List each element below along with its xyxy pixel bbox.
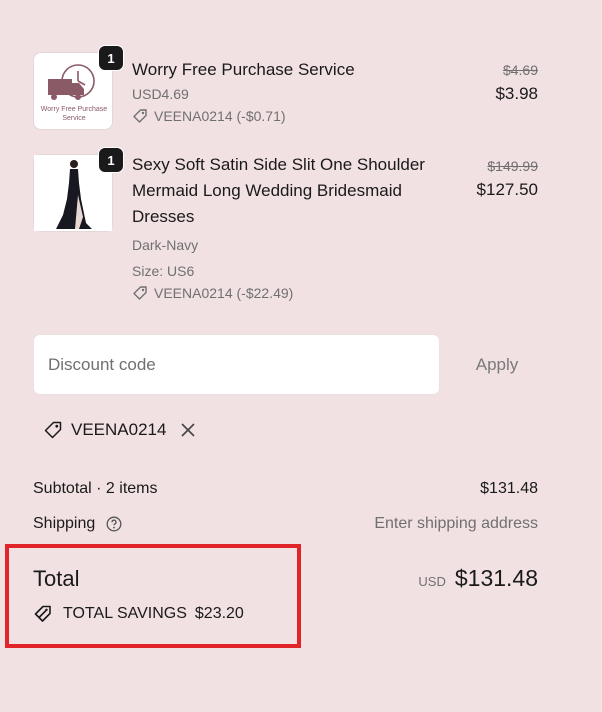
item-price: $3.98 (495, 84, 538, 103)
remove-discount-button[interactable] (180, 422, 196, 438)
item-discount-text: VEENA0214 (-$22.49) (154, 285, 294, 301)
currency-code: USD (418, 574, 446, 589)
total-savings: TOTAL SAVINGS $23.20 (33, 604, 244, 624)
tag-icon (34, 605, 51, 622)
subtotal-row: Subtotal · 2 items $131.48 (33, 480, 538, 498)
item-meta: USD4.69 (132, 86, 189, 102)
tag-icon (44, 421, 62, 439)
discount-code-input[interactable] (33, 334, 440, 395)
original-price: $4.69 (502, 62, 538, 78)
line-item: Worry Free Purchase Service 1 Worry Free… (33, 45, 538, 134)
item-discount: VEENA0214 (-$0.71) (132, 105, 452, 127)
product-thumbnail: 1 (33, 147, 124, 232)
shipping-value: Enter shipping address (374, 515, 538, 532)
item-title: Worry Free Purchase Service (132, 60, 355, 79)
subtotal-label: Subtotal · 2 items (33, 480, 158, 497)
original-price: $149.99 (487, 158, 538, 174)
savings-value: $23.20 (194, 605, 244, 622)
shipping-row: Shipping Enter shipping address (33, 515, 538, 533)
item-price: $127.50 (476, 180, 538, 199)
applied-discount-code: VEENA0214 (71, 420, 167, 439)
help-icon[interactable] (106, 516, 122, 532)
total-value: $131.48 (454, 565, 538, 591)
item-discount: VEENA0214 (-$22.49) (132, 282, 452, 304)
savings-label: TOTAL SAVINGS (63, 605, 187, 622)
line-item: 1 Sexy Soft Satin Side Slit One Shoulder… (33, 147, 538, 314)
item-discount-text: VEENA0214 (-$0.71) (154, 108, 286, 124)
highlight-box (5, 544, 301, 648)
item-variant: Dark-Navy (132, 237, 199, 253)
close-icon (181, 423, 196, 437)
thumbnail-caption: Worry Free Purchase Service (40, 106, 108, 122)
total-label: Total (33, 566, 80, 591)
item-size: Size: US6 (132, 263, 195, 279)
tag-icon (133, 109, 147, 123)
applied-discount-chip: VEENA0214 (43, 420, 196, 440)
subtotal-value: $131.48 (480, 480, 538, 497)
apply-button[interactable]: Apply (454, 334, 540, 395)
quantity-badge: 1 (98, 147, 124, 173)
item-title: Sexy Soft Satin Side Slit One Shoulder M… (132, 155, 425, 226)
shipping-label: Shipping (33, 515, 96, 532)
tag-icon (133, 286, 147, 300)
product-thumbnail: Worry Free Purchase Service 1 (33, 45, 124, 130)
total-amount: USD $131.48 (418, 565, 538, 592)
quantity-badge: 1 (98, 45, 124, 71)
